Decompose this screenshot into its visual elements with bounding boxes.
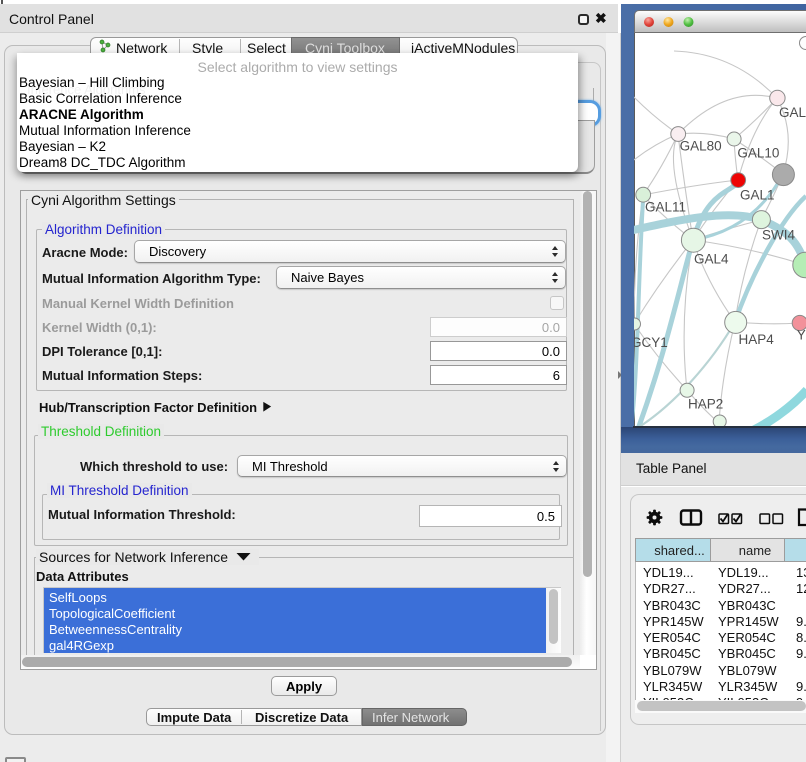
svg-text:GCY1: GCY1 [634,335,668,350]
svg-text:Y: Y [797,328,806,343]
svg-text:GAL1: GAL1 [740,188,775,203]
svg-text:HAP2: HAP2 [688,397,723,412]
svg-text:GAL11: GAL11 [645,200,686,215]
svg-text:SWI4: SWI4 [762,228,795,243]
svg-text:GAL4: GAL4 [694,252,729,267]
svg-text:GAL10: GAL10 [737,146,779,161]
svg-text:HAP4: HAP4 [739,332,775,347]
svg-text:GAL7: GAL7 [779,105,806,120]
svg-text:GAL80: GAL80 [680,139,722,154]
